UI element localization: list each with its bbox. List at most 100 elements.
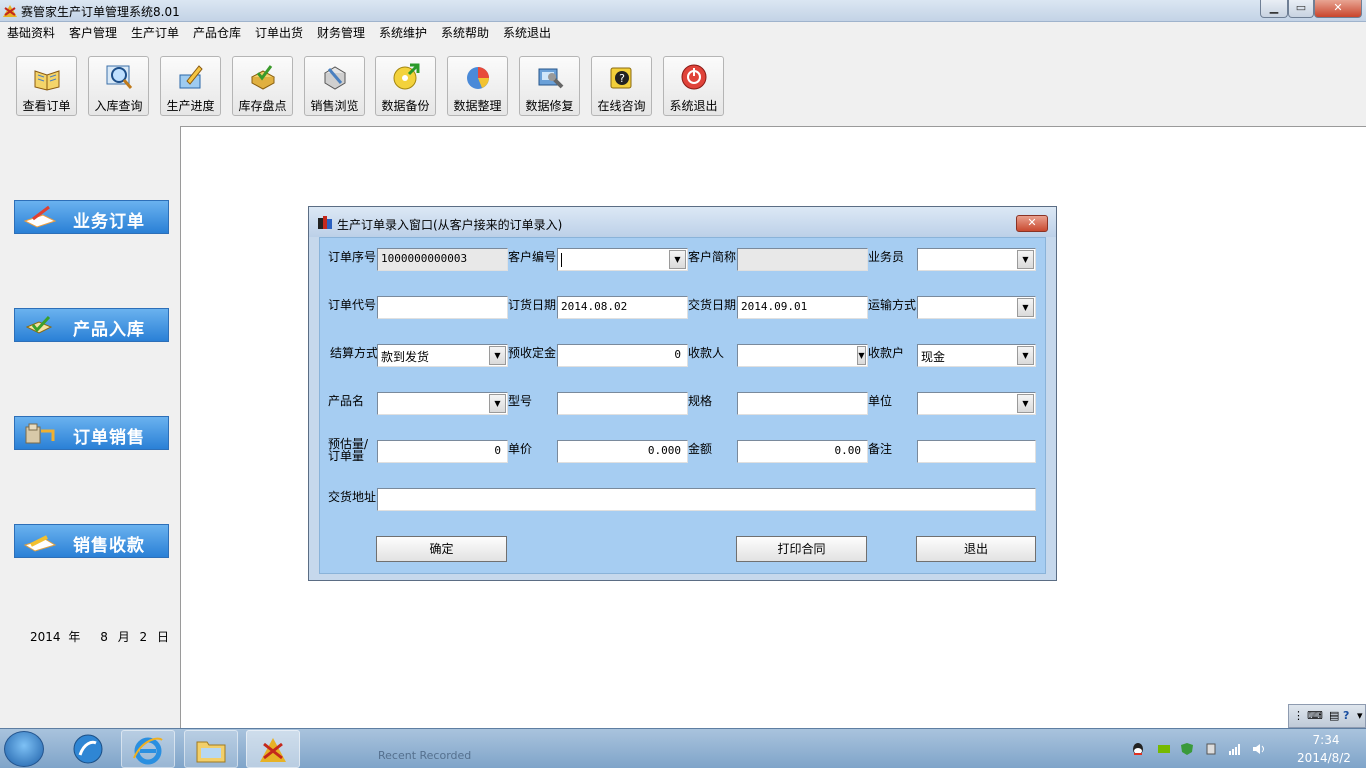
- menu-basic-data[interactable]: 基础资料: [7, 24, 55, 41]
- price-field[interactable]: 0.000: [557, 440, 688, 463]
- folder-icon: [196, 741, 226, 763]
- minimize-button[interactable]: ▁: [1260, 0, 1288, 18]
- menu-help[interactable]: 系统帮助: [441, 24, 489, 41]
- payment-icon: [23, 535, 57, 552]
- date-month-unit: 月: [117, 630, 130, 644]
- menu-finance[interactable]: 财务管理: [317, 24, 365, 41]
- help-icon[interactable]: ?: [1343, 709, 1349, 722]
- menu-maintenance[interactable]: 系统维护: [379, 24, 427, 41]
- chevron-down-icon[interactable]: ▼: [1017, 298, 1034, 317]
- qty-field[interactable]: 0: [377, 440, 508, 463]
- online-consult-button[interactable]: ? 在线咨询: [591, 56, 652, 116]
- pen-notepad-icon: [179, 65, 203, 89]
- book-icon: [34, 70, 60, 91]
- chevron-down-icon[interactable]: ▼: [669, 250, 686, 269]
- ie-taskbar-button[interactable]: [121, 730, 175, 768]
- data-backup-label: 数据备份: [381, 99, 430, 113]
- sales-receipt-label: 销售收款: [73, 536, 145, 556]
- maximize-button[interactable]: ▭: [1288, 0, 1314, 18]
- customer-code-select[interactable]: ▼: [557, 248, 688, 271]
- volume-icon[interactable]: [1252, 742, 1266, 756]
- warehouse-icon: [25, 315, 53, 334]
- data-organize-button[interactable]: 数据整理: [447, 56, 508, 116]
- spec-field[interactable]: [737, 392, 868, 415]
- start-button[interactable]: [4, 731, 44, 767]
- question-icon: ?: [610, 67, 632, 89]
- model-field[interactable]: [557, 392, 688, 415]
- remark-field[interactable]: [917, 440, 1036, 463]
- chevron-down-icon[interactable]: ▾: [1357, 709, 1363, 722]
- delivery-date-label: 交货日期: [688, 298, 737, 312]
- close-button[interactable]: ✕: [1314, 0, 1362, 18]
- grip-icon[interactable]: ⋮: [1293, 709, 1304, 722]
- chevron-down-icon[interactable]: ▼: [489, 346, 506, 365]
- chevron-down-icon[interactable]: ▼: [1017, 250, 1034, 269]
- dialog-close-button[interactable]: ✕: [1016, 215, 1048, 232]
- menu-exit[interactable]: 系统退出: [503, 24, 551, 41]
- chevron-down-icon[interactable]: ▼: [489, 394, 506, 413]
- print-contract-button[interactable]: 打印合同: [736, 536, 867, 562]
- confirm-button[interactable]: 确定: [376, 536, 507, 562]
- menu-shipping[interactable]: 订单出货: [255, 24, 303, 41]
- clock-time[interactable]: 7:34: [1296, 733, 1356, 747]
- view-orders-label: 查看订单: [22, 99, 71, 113]
- network-signal-icon[interactable]: [1228, 742, 1242, 756]
- delivery-date-field[interactable]: 2014.09.01: [737, 296, 868, 319]
- browser-icon[interactable]: [72, 733, 104, 765]
- data-backup-button[interactable]: 数据备份: [375, 56, 436, 116]
- settlement-select[interactable]: 款到发货 ▼: [377, 344, 508, 367]
- product-select[interactable]: ▼: [377, 392, 508, 415]
- app-taskbar-button[interactable]: [246, 730, 300, 768]
- chevron-down-icon[interactable]: ▼: [1017, 394, 1034, 413]
- order-date-field[interactable]: 2014.08.02: [557, 296, 688, 319]
- payee-select[interactable]: ▼: [737, 344, 868, 367]
- sales-receipt-button[interactable]: 销售收款: [14, 524, 169, 558]
- account-label: 收款户: [868, 346, 905, 360]
- disk-arrow-icon: [393, 63, 420, 90]
- options-icon[interactable]: ▤: [1329, 709, 1339, 722]
- inventory-check-button[interactable]: 库存盘点: [232, 56, 293, 116]
- salesperson-select[interactable]: ▼: [917, 248, 1036, 271]
- keyboard-icon[interactable]: ⌨: [1307, 709, 1323, 722]
- shipping-select[interactable]: ▼: [917, 296, 1036, 319]
- qq-icon[interactable]: [1131, 742, 1145, 756]
- unit-select[interactable]: ▼: [917, 392, 1036, 415]
- nvidia-icon[interactable]: [1157, 742, 1171, 756]
- production-progress-button[interactable]: 生产进度: [160, 56, 221, 116]
- order-no-field[interactable]: 1000000000003: [377, 248, 508, 271]
- menu-production-order[interactable]: 生产订单: [131, 24, 179, 41]
- stock-in-query-button[interactable]: 入库查询: [88, 56, 149, 116]
- date-month: 8: [100, 630, 108, 644]
- current-date: 2014 年 8 月 2 日: [30, 628, 169, 645]
- account-select[interactable]: 现金 ▼: [917, 344, 1036, 367]
- product-stock-in-button[interactable]: 产品入库: [14, 308, 169, 342]
- settlement-value: 款到发货: [381, 350, 430, 364]
- menu-customer[interactable]: 客户管理: [69, 24, 117, 41]
- order-code-field[interactable]: [377, 296, 508, 319]
- address-field[interactable]: [377, 488, 1036, 511]
- view-orders-button[interactable]: 查看订单: [16, 56, 77, 116]
- exit-button[interactable]: 退出: [916, 536, 1036, 562]
- security-shield-icon[interactable]: [1180, 742, 1194, 756]
- business-order-button[interactable]: 业务订单: [14, 200, 169, 234]
- order-icon: [23, 205, 57, 228]
- menu-warehouse[interactable]: 产品仓库: [193, 24, 241, 41]
- title-bar: 赛管家生产订单管理系统8.01 ▁ ▭ ✕: [0, 0, 1366, 22]
- deposit-field[interactable]: 0: [557, 344, 688, 367]
- usb-device-icon[interactable]: [1204, 742, 1218, 756]
- sales-browse-button[interactable]: 销售浏览: [304, 56, 365, 116]
- chevron-down-icon[interactable]: ▼: [1017, 346, 1034, 365]
- system-exit-button[interactable]: 系统退出: [663, 56, 724, 116]
- date-year: 2014: [30, 630, 61, 644]
- app-logo-icon: [260, 738, 286, 762]
- data-repair-button[interactable]: 数据修复: [519, 56, 580, 116]
- dialog-title-bar[interactable]: 生产订单录入窗口(从客户接来的订单录入) ✕: [309, 207, 1056, 237]
- clock-date[interactable]: 2014/8/2: [1284, 751, 1364, 765]
- amount-field[interactable]: 0.00: [737, 440, 868, 463]
- customer-short-field[interactable]: [737, 248, 868, 271]
- order-sales-button[interactable]: 订单销售: [14, 416, 169, 450]
- taskbar-hint-text: Recent Recorded: [378, 749, 472, 762]
- chevron-down-icon[interactable]: ▼: [857, 346, 866, 365]
- price-label: 单价: [508, 442, 533, 456]
- explorer-taskbar-button[interactable]: [184, 730, 238, 768]
